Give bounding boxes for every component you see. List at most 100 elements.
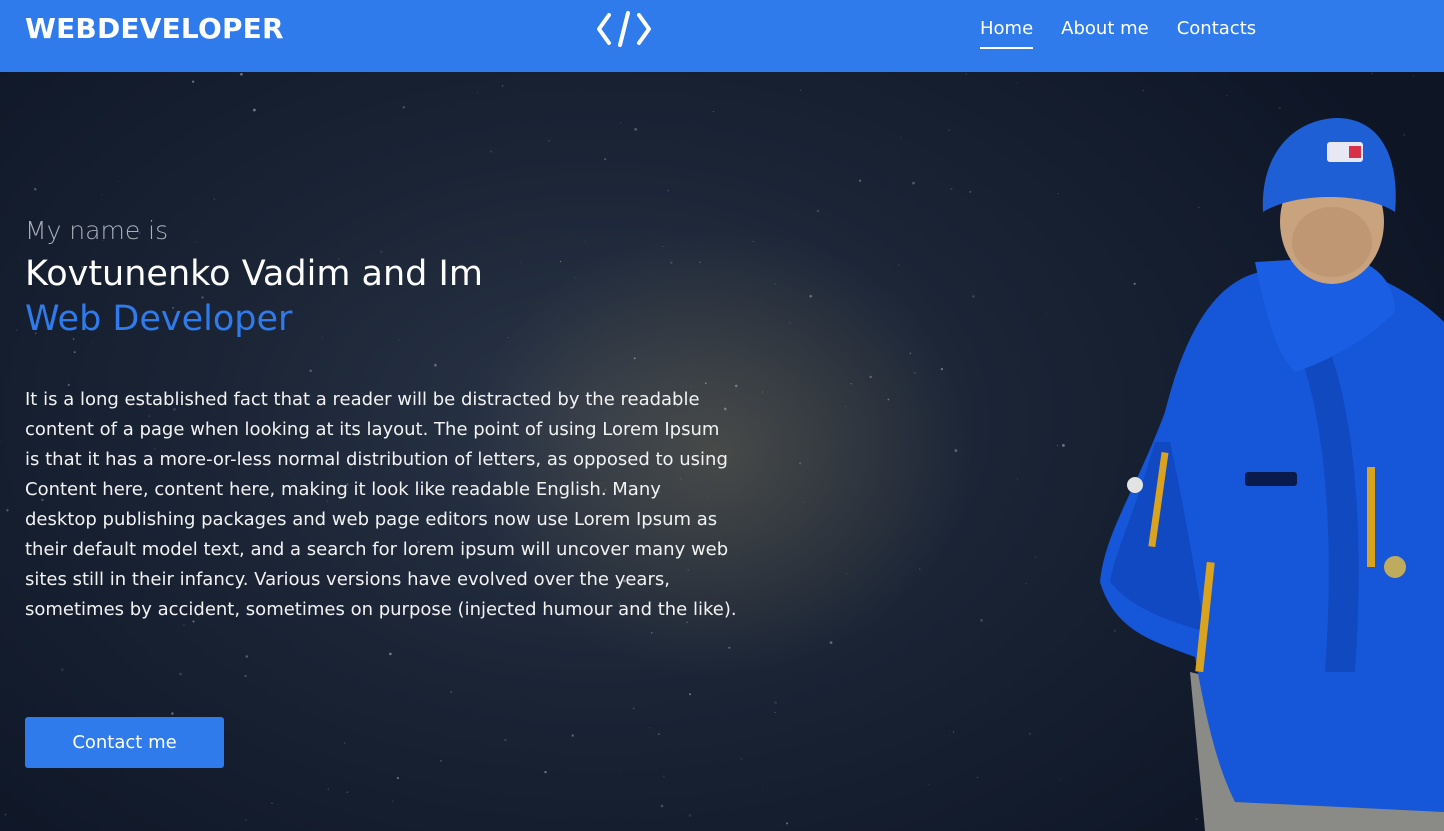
nav-link-about[interactable]: About me	[1061, 17, 1149, 49]
star-dot	[774, 283, 776, 285]
bio-paragraph: It is a long established fact that a rea…	[25, 389, 737, 620]
nav-link-home[interactable]: Home	[980, 17, 1034, 49]
star-dot	[662, 246, 664, 248]
star-dot	[18, 257, 20, 259]
star-dot	[439, 759, 443, 762]
star-dot	[171, 712, 174, 715]
star-dot	[648, 726, 651, 729]
star-dot	[398, 339, 400, 341]
star-dot	[667, 189, 670, 192]
star-dot	[952, 731, 955, 733]
star-dot	[1057, 444, 1059, 447]
developer-portrait	[1100, 117, 1444, 831]
star-dot	[657, 733, 660, 736]
star-dot	[954, 449, 958, 452]
star-dot	[15, 329, 18, 332]
star-dot	[789, 322, 791, 324]
star-dot	[1226, 95, 1228, 97]
star-dot	[1046, 314, 1048, 316]
hero-name-heading: Kovtunenko Vadim and Im	[25, 254, 483, 294]
star-dot	[950, 187, 953, 191]
star-dot	[633, 357, 636, 360]
star-dot	[948, 734, 951, 736]
star-dot	[1371, 72, 1373, 75]
star-dot	[4, 813, 7, 816]
nav-link-contacts[interactable]: Contacts	[1177, 17, 1256, 49]
star-dot	[346, 791, 348, 793]
star-dot	[519, 261, 521, 263]
star-dot	[651, 632, 653, 634]
star-dot	[1016, 478, 1018, 480]
star-dot	[504, 738, 507, 742]
star-dot	[894, 179, 895, 181]
star-dot	[507, 337, 509, 339]
star-dot	[969, 190, 972, 193]
contact-me-button[interactable]: Contact me	[25, 717, 224, 768]
star-dot	[816, 209, 820, 213]
star-dot	[619, 770, 621, 772]
star-dot	[343, 742, 346, 744]
star-dot	[559, 260, 562, 263]
star-dot	[913, 371, 917, 375]
star-dot	[396, 777, 399, 780]
star-dot	[583, 240, 586, 243]
star-dot	[402, 106, 406, 109]
nav-links: Home About me Contacts	[980, 17, 1256, 49]
star-dot	[213, 198, 216, 200]
star-dot	[548, 139, 550, 142]
star-dot	[195, 241, 198, 243]
star-dot	[800, 89, 802, 91]
star-dot	[965, 73, 967, 75]
star-dot	[6, 509, 9, 512]
star-dot	[660, 804, 664, 808]
hero-section: My name is Kovtunenko Vadim and Im Web D…	[0, 72, 1444, 831]
star-dot	[634, 127, 638, 131]
star-dot	[940, 367, 944, 371]
star-dot	[391, 800, 394, 802]
star-dot	[384, 797, 386, 799]
star-dot	[880, 363, 882, 364]
star-dot	[845, 572, 848, 575]
star-dot	[944, 77, 946, 79]
star-dot	[321, 337, 323, 339]
star-dot	[389, 652, 392, 656]
star-dot	[1034, 556, 1036, 558]
star-dot	[774, 701, 777, 704]
star-dot	[869, 375, 872, 379]
star-dot	[191, 80, 195, 83]
star-dot	[245, 655, 249, 658]
star-dot	[245, 819, 247, 821]
star-dot	[1413, 75, 1415, 77]
star-dot	[897, 264, 900, 267]
star-dot	[489, 150, 493, 153]
star-dot	[252, 108, 256, 112]
star-dot	[571, 734, 574, 737]
star-dot	[620, 122, 622, 124]
star-dot	[34, 188, 37, 191]
star-dot	[1142, 89, 1144, 92]
star-dot	[422, 165, 424, 167]
star-dot	[244, 675, 247, 678]
brand-logo-text[interactable]: WEBDEVELOPER	[25, 12, 284, 46]
star-dot	[887, 398, 890, 401]
star-dot	[1057, 193, 1059, 195]
star-dot	[976, 776, 978, 778]
star-dot	[900, 136, 902, 139]
star-dot	[101, 194, 103, 196]
star-dot	[739, 757, 743, 761]
star-dot	[928, 784, 930, 786]
star-dot	[704, 382, 707, 385]
star-dot	[688, 813, 692, 817]
star-dot	[1278, 106, 1281, 109]
star-dot	[774, 711, 776, 714]
star-dot	[434, 363, 437, 367]
star-dot	[573, 276, 576, 279]
star-dot	[762, 787, 764, 789]
star-dot	[117, 180, 119, 182]
star-dot	[92, 341, 94, 343]
star-dot	[1059, 778, 1060, 780]
star-dot	[845, 406, 847, 408]
star-dot	[179, 672, 182, 676]
star-dot	[809, 294, 812, 298]
star-dot	[712, 110, 715, 113]
